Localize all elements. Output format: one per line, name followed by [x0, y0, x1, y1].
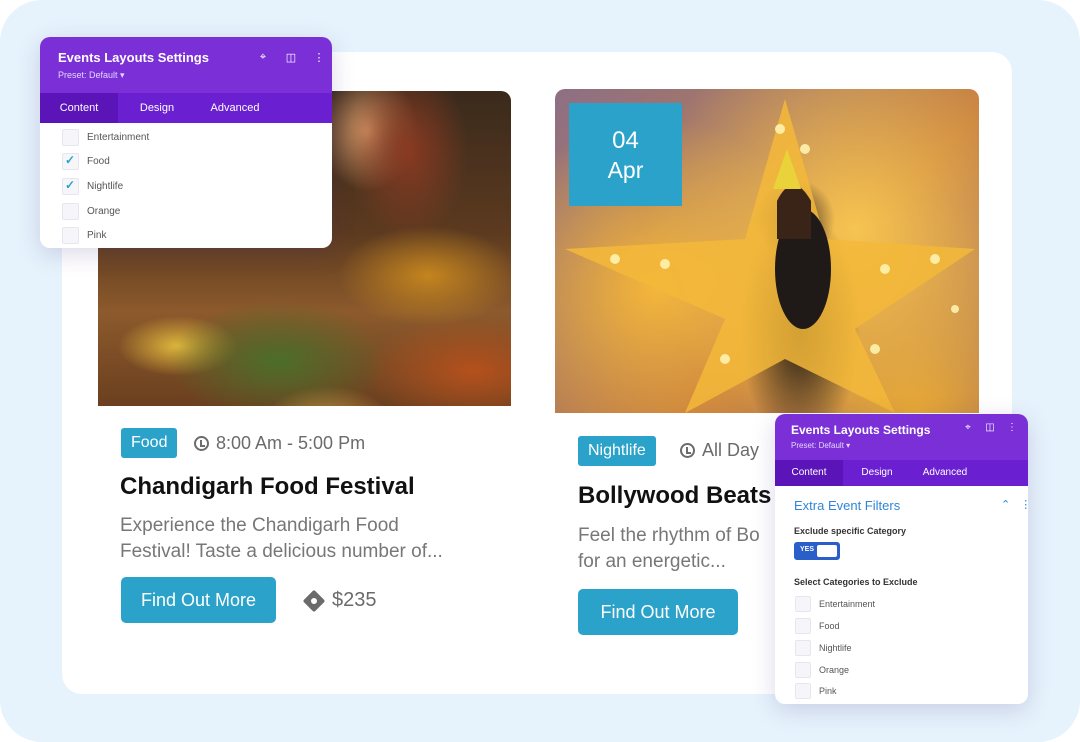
- tab-advanced[interactable]: Advanced: [196, 93, 274, 123]
- tab-advanced[interactable]: Advanced: [911, 460, 979, 486]
- chevron-up-icon[interactable]: ⌃: [1001, 498, 1010, 511]
- tab-design[interactable]: Design: [843, 460, 911, 486]
- event-time-text: 8:00 Am - 5:00 Pm: [216, 432, 366, 453]
- checkbox[interactable]: [795, 683, 811, 699]
- checkbox[interactable]: [62, 178, 79, 195]
- checkbox[interactable]: [795, 596, 811, 612]
- find-out-more-button[interactable]: Find Out More: [578, 589, 738, 635]
- category-option-label: Food: [819, 621, 840, 631]
- panel-header-icons: ⌖ ◫ ⋮: [254, 51, 328, 64]
- events-layout-settings-panel: Events Layouts Settings Preset: Default …: [40, 37, 332, 248]
- category-option-label: Orange: [819, 665, 850, 675]
- more-icon[interactable]: ⋮: [1005, 422, 1019, 433]
- event-title[interactable]: Chandigarh Food Festival: [120, 473, 415, 501]
- preset-dropdown[interactable]: Preset: Default ▾: [58, 70, 125, 81]
- category-option[interactable]: Food: [62, 153, 110, 170]
- event-time: All Day: [680, 435, 759, 465]
- category-option-label: Entertainment: [819, 599, 876, 609]
- event-price: $235: [302, 589, 377, 612]
- category-option[interactable]: Orange: [795, 662, 849, 678]
- more-icon[interactable]: ⋮: [310, 51, 328, 64]
- category-option[interactable]: Orange: [62, 203, 120, 220]
- checkbox[interactable]: [795, 662, 811, 678]
- toggle-value: YES: [800, 546, 815, 553]
- category-option-label: Food: [87, 156, 110, 167]
- checkbox[interactable]: [795, 640, 811, 656]
- toggle-knob: [817, 545, 837, 557]
- category-option-label: Nightlife: [87, 181, 124, 192]
- category-option-label: Entertainment: [87, 132, 150, 143]
- event-description-line: Feel the rhythm of Bo: [578, 525, 760, 546]
- sidebar-icon[interactable]: ◫: [983, 422, 997, 433]
- section-icons: ⌃ ⋮: [1001, 498, 1028, 511]
- more-icon[interactable]: ⋮: [1020, 498, 1028, 511]
- category-option[interactable]: Pink: [795, 683, 837, 699]
- event-time: 8:00 Am - 5:00 Pm: [194, 428, 365, 458]
- page-background: 04 Apr Food 8:00 Am - 5:00 Pm Chandigarh…: [0, 0, 1080, 742]
- section-title[interactable]: Extra Event Filters: [794, 498, 900, 513]
- panel-tabs: Content Design Advanced: [40, 93, 332, 123]
- event-description-line: Festival! Taste a delicious number of...: [120, 541, 443, 562]
- category-option[interactable]: Food: [795, 618, 840, 634]
- ticket-icon: [302, 589, 326, 612]
- preset-dropdown[interactable]: Preset: Default ▾: [791, 441, 850, 450]
- category-option-label: Orange: [87, 206, 121, 217]
- events-layout-settings-panel: Events Layouts Settings Preset: Default …: [775, 414, 1028, 704]
- category-option[interactable]: Entertainment: [795, 596, 875, 612]
- checkbox[interactable]: [62, 203, 79, 220]
- panel-header-icons: ⌖ ◫ ⋮: [961, 422, 1019, 433]
- exclude-category-toggle[interactable]: YES: [794, 542, 840, 560]
- event-description: Experience the Chandigarh Food Festival!…: [120, 513, 500, 565]
- find-out-more-button[interactable]: Find Out More: [121, 577, 276, 623]
- panel-tabs: Content Design Advanced: [775, 460, 1028, 486]
- category-option[interactable]: Pink: [62, 227, 106, 244]
- category-option[interactable]: Entertainment: [62, 129, 149, 146]
- tab-content[interactable]: Content: [775, 460, 843, 486]
- event-title[interactable]: Bollywood Beats: [578, 482, 771, 510]
- event-time-text: All Day: [702, 439, 760, 460]
- event-description-line: Experience the Chandigarh Food: [120, 515, 399, 536]
- panel-header: Events Layouts Settings Preset: Default …: [40, 37, 332, 93]
- checkbox[interactable]: [62, 153, 79, 170]
- category-option[interactable]: Nightlife: [795, 640, 852, 656]
- focus-icon[interactable]: ⌖: [961, 422, 975, 433]
- panel-title: Events Layouts Settings: [791, 423, 931, 437]
- event-description-line: for an energetic...: [578, 551, 726, 572]
- exclude-category-label: Exclude specific Category: [794, 526, 907, 536]
- category-option-label: Pink: [87, 230, 107, 241]
- checkbox[interactable]: [795, 618, 811, 634]
- focus-icon[interactable]: ⌖: [254, 51, 272, 64]
- event-date-day: 04: [612, 127, 639, 154]
- panel-header: Events Layouts Settings Preset: Default …: [775, 414, 1028, 460]
- clock-icon: [194, 435, 209, 451]
- category-option[interactable]: Nightlife: [62, 178, 123, 195]
- checkbox[interactable]: [62, 227, 79, 244]
- event-price-text: $235: [332, 589, 377, 611]
- category-option-label: Pink: [819, 686, 837, 696]
- tab-content[interactable]: Content: [40, 93, 118, 123]
- checkbox[interactable]: [62, 129, 79, 146]
- sidebar-icon[interactable]: ◫: [282, 51, 300, 64]
- event-date-month: Apr: [607, 157, 644, 183]
- event-date-badge: 04 Apr: [569, 103, 682, 206]
- category-option-label: Nightlife: [819, 643, 852, 653]
- event-description: Feel the rhythm of Bo for an energetic..…: [578, 523, 778, 575]
- event-category-tag[interactable]: Food: [121, 428, 178, 458]
- panel-title: Events Layouts Settings: [58, 50, 209, 65]
- tab-design[interactable]: Design: [118, 93, 196, 123]
- clock-icon: [680, 442, 695, 458]
- event-category-tag[interactable]: Nightlife: [578, 436, 656, 466]
- select-categories-label: Select Categories to Exclude: [794, 577, 918, 587]
